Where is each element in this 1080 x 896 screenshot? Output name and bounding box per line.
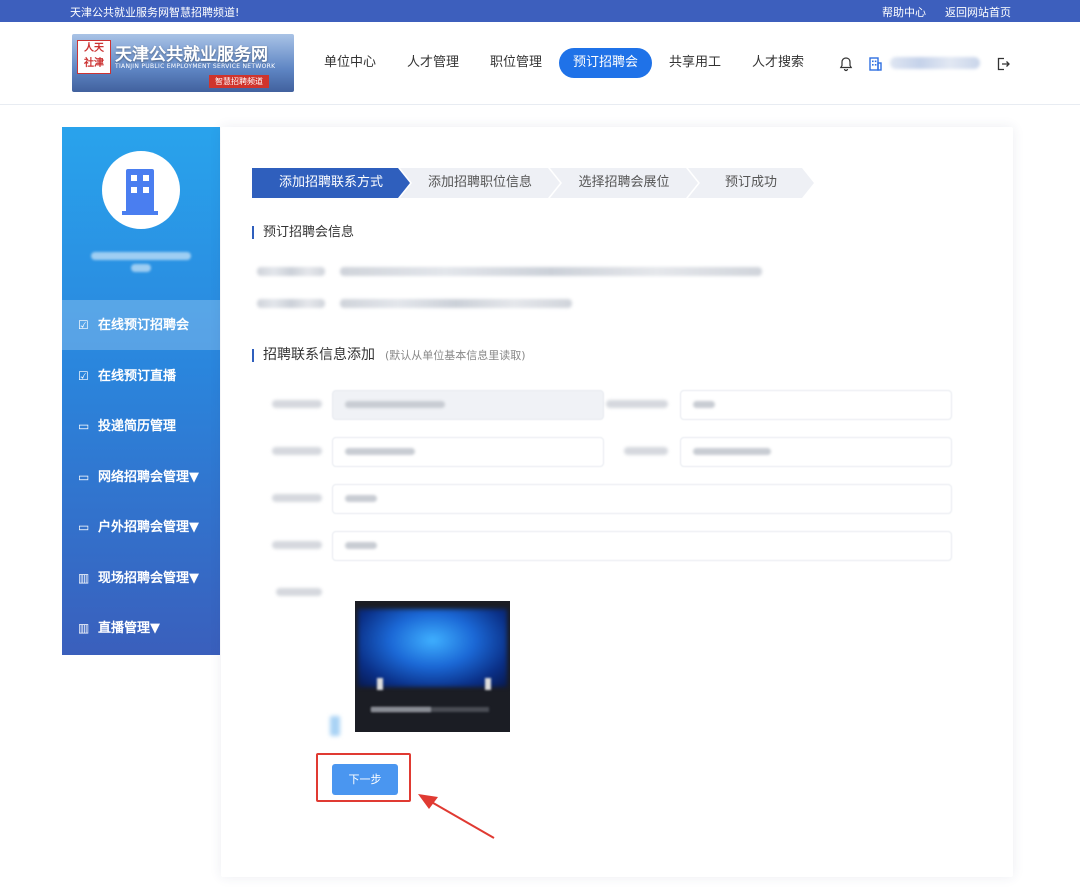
form-input[interactable] [332, 437, 604, 467]
sidebar: ☑ 在线预订招聘会 ☑ 在线预订直播 ▭ 投递简历管理 ▭ 网络招聘会管理▼ ▭ 户外招聘… [62, 127, 220, 655]
section-hint: (默认从单位基本信息里读取) [385, 349, 526, 362]
form-label-blurred [624, 447, 668, 455]
form-input[interactable] [680, 390, 952, 420]
logo-badge: 智慧招聘频道 [209, 75, 269, 88]
info-value-blurred [340, 267, 762, 276]
sidebar-item-online-livestream[interactable]: ☑ 在线预订直播 [62, 351, 220, 401]
bell-icon[interactable] [838, 56, 854, 76]
sidebar-item-label: 在线预订招聘会 [98, 318, 190, 333]
form-label-blurred [272, 541, 322, 549]
site-logo[interactable]: 人天 社津 天津公共就业服务网 TIANJIN PUBLIC EMPLOYMENT… [72, 34, 294, 92]
building-icon [867, 56, 883, 76]
upload-mark-blurred [330, 716, 340, 736]
step-add-contact: 添加招聘联系方式 [252, 168, 410, 198]
briefcase-icon: ▭ [78, 470, 90, 484]
user-name-blurred[interactable] [890, 57, 980, 69]
building-icon: ▥ [78, 621, 90, 635]
form-label-blurred [606, 400, 668, 408]
nav-talent-management[interactable]: 人才管理 [407, 48, 459, 78]
calendar-check-icon: ☑ [78, 318, 89, 332]
nav-unit-center[interactable]: 单位中心 [324, 48, 376, 78]
info-value-blurred [340, 299, 572, 308]
sidebar-item-label: 直播管理▼ [98, 621, 160, 636]
form-label-blurred [272, 400, 322, 408]
sidebar-item-label: 投递简历管理 [98, 419, 177, 434]
briefcase-icon: ▭ [78, 520, 90, 534]
company-building-icon [122, 169, 158, 215]
form-label-blurred [272, 494, 322, 502]
logo-title: 天津公共就业服务网 [115, 45, 268, 65]
sidebar-item-label: 现场招聘会管理▼ [98, 571, 199, 586]
form-input[interactable] [680, 437, 952, 467]
company-avatar [102, 151, 180, 229]
info-label-blurred [257, 299, 325, 308]
sidebar-item-resume-management[interactable]: ▭ 投递简历管理 [62, 401, 220, 451]
site-slogan: 天津公共就业服务网智慧招聘频道! [70, 6, 240, 19]
info-label-blurred [257, 267, 325, 276]
form-label-blurred [276, 588, 322, 596]
form-label-blurred [272, 447, 322, 455]
sidebar-item-livestream-management[interactable]: ▥ 直播管理▼ [62, 603, 220, 653]
company-name-blurred [86, 248, 196, 276]
logo-subtitle: TIANJIN PUBLIC EMPLOYMENT SERVICE NETWOR… [115, 63, 276, 70]
form-input[interactable] [332, 484, 952, 514]
back-to-home-link[interactable]: 返回网站首页 [945, 4, 1011, 20]
step-add-position: 添加招聘职位信息 [400, 168, 560, 198]
step-booking-success: 预订成功 [688, 168, 814, 198]
annotation-arrow [418, 794, 495, 839]
building-icon: ▥ [78, 571, 90, 585]
calendar-check-icon: ☑ [78, 369, 89, 383]
sidebar-item-label: 在线预订直播 [98, 369, 177, 384]
sidebar-item-label: 户外招聘会管理▼ [98, 520, 199, 535]
sidebar-item-online-job-fair[interactable]: ☑ 在线预订招聘会 [62, 300, 220, 350]
top-bar: 天津公共就业服务网智慧招聘频道! 帮助中心 返回网站首页 [0, 0, 1080, 22]
logo-seal: 人天 社津 [77, 40, 111, 74]
nav-shared-employment[interactable]: 共享用工 [669, 48, 721, 78]
logout-icon[interactable] [995, 56, 1011, 76]
step-select-booth: 选择招聘会展位 [550, 168, 698, 198]
form-input[interactable] [332, 390, 604, 420]
section-title-job-fair-info: 预订招聘会信息 [252, 226, 354, 239]
sidebar-item-onsite-fair[interactable]: ▥ 现场招聘会管理▼ [62, 553, 220, 603]
sidebar-item-label: 网络招聘会管理▼ [98, 470, 199, 485]
sidebar-item-network-fair[interactable]: ▭ 网络招聘会管理▼ [62, 452, 220, 502]
header: 人天 社津 天津公共就业服务网 TIANJIN PUBLIC EMPLOYMENT… [0, 22, 1080, 105]
help-center-link[interactable]: 帮助中心 [882, 4, 926, 20]
form-input[interactable] [332, 531, 952, 561]
uploaded-image-thumbnail[interactable] [355, 601, 510, 732]
nav-talent-search[interactable]: 人才搜索 [752, 48, 804, 78]
sidebar-item-outdoor-fair[interactable]: ▭ 户外招聘会管理▼ [62, 502, 220, 552]
next-step-button[interactable]: 下一步 [332, 764, 398, 795]
nav-position-management[interactable]: 职位管理 [490, 48, 542, 78]
section-title-contact-info: 招聘联系信息添加 (默认从单位基本信息里读取) [252, 348, 526, 362]
nav-book-job-fair[interactable]: 预订招聘会 [559, 48, 653, 78]
briefcase-icon: ▭ [78, 419, 90, 433]
